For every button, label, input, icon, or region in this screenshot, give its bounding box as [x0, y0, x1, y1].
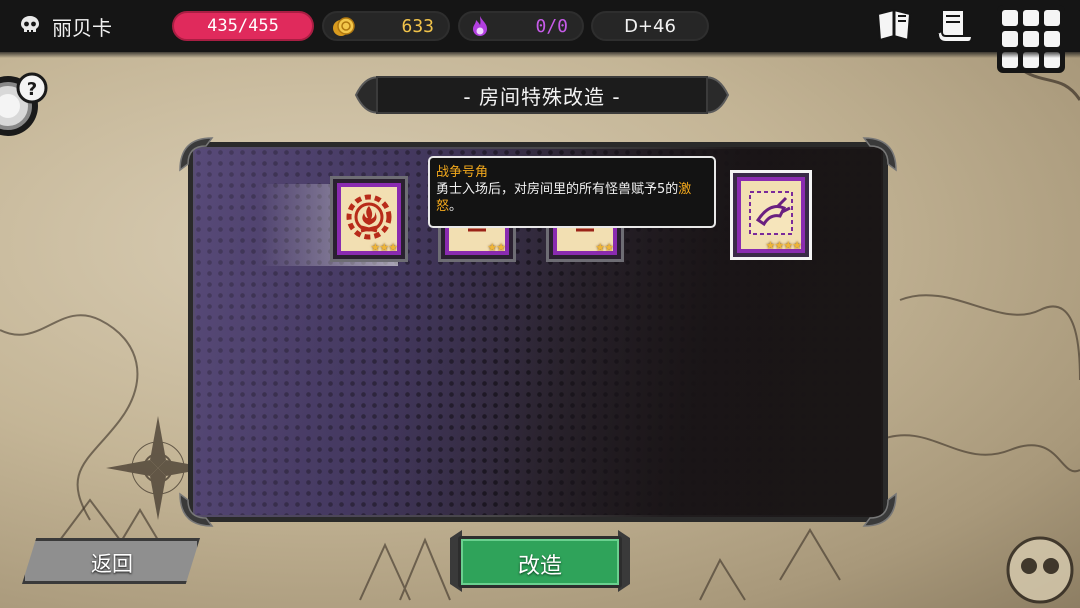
soul-value: 0/0 — [535, 16, 568, 37]
page-title: - 房间特殊改造 - — [376, 76, 708, 114]
menu-grid-icon[interactable] — [996, 4, 1066, 78]
player-name: 丽贝卡 — [52, 15, 112, 40]
skull-icon — [18, 14, 42, 38]
corner-ornament — [862, 137, 897, 172]
campfire-gear-icon — [343, 191, 395, 247]
tooltip-title: 战争号角 — [436, 165, 489, 180]
title-banner: - 房间特殊改造 - — [352, 70, 732, 120]
tooltip-body-end: 。 — [449, 199, 463, 214]
corner-ornament — [179, 492, 214, 527]
gold-value: 633 — [401, 16, 434, 37]
modification-card-selected[interactable]: ★★★★ — [730, 170, 812, 260]
card-stars: ★★★ — [370, 241, 398, 254]
book-icon[interactable] — [872, 4, 916, 52]
help-button[interactable]: ? — [0, 66, 50, 142]
back-button-label: 返回 — [91, 552, 133, 576]
card-face: ★★★ — [337, 183, 401, 255]
spiked-horn-icon — [744, 186, 798, 244]
gold-display: 633 — [322, 11, 450, 41]
soul-display: 0/0 — [458, 11, 584, 41]
modify-button[interactable]: 改造 — [448, 528, 632, 594]
back-button[interactable]: 返回 — [14, 530, 210, 590]
hp-value: 435/455 — [207, 16, 279, 36]
corner-ornament — [862, 492, 897, 527]
corner-ornament — [179, 137, 214, 172]
card-stars: ★★ — [595, 241, 614, 254]
card-stars: ★★ — [487, 241, 506, 254]
skull-map-icon — [1006, 536, 1074, 604]
question-mark-icon: ? — [27, 79, 37, 100]
tooltip-body: 勇士入场后，对房间里的所有怪兽赋予5的激怒。 — [436, 181, 708, 215]
player-info: 丽贝卡 — [18, 10, 112, 42]
soul-flame-icon — [470, 15, 490, 43]
day-display: D+46 — [591, 11, 709, 41]
scroll-icon[interactable] — [932, 4, 976, 52]
tooltip-body-text: 勇士入场后，对房间里的所有怪兽赋予5的 — [436, 182, 679, 197]
modify-button-label: 改造 — [517, 554, 562, 579]
card-tooltip: 战争号角 勇士入场后，对房间里的所有怪兽赋予5的激怒。 — [428, 156, 716, 228]
day-value: D+46 — [624, 15, 676, 37]
gold-coins-icon — [332, 16, 356, 42]
modification-card[interactable]: ★★★ — [330, 176, 408, 262]
card-stars: ★★★★ — [765, 239, 802, 252]
page-title-text: - 房间特殊改造 - — [463, 84, 621, 109]
top-status-bar: 丽贝卡 435/455 633 0/0 D+46 — [0, 0, 1080, 73]
hp-display: 435/455 — [172, 11, 314, 41]
card-face: ★★★★ — [737, 177, 805, 253]
